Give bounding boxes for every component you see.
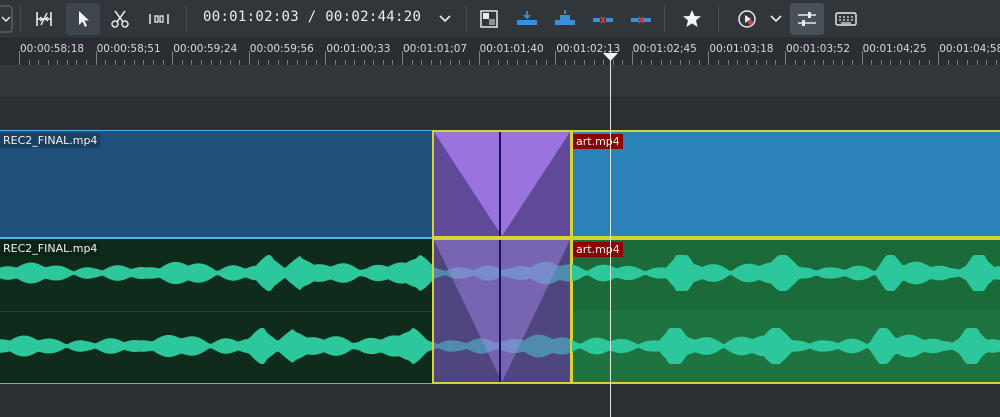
composite-icon[interactable]	[476, 3, 502, 35]
ruler-tick	[861, 51, 863, 65]
transition-wipe-graphic	[434, 240, 570, 382]
ruler-timecode-label: 00:00:58;18	[20, 43, 85, 55]
transition-wipe-graphic	[434, 132, 570, 236]
spacer-tool-icon[interactable]	[30, 3, 58, 35]
ruler-timecode-label: 00:00:59;56	[249, 43, 314, 55]
timecode-display[interactable]: 00:01:02:03 / 00:02:44:20	[203, 9, 421, 25]
audio-transition[interactable]	[432, 238, 572, 384]
ripple-icon[interactable]	[144, 3, 174, 35]
clip-name-label: art.mp4	[573, 134, 623, 149]
timeline-toolbar: 00:01:02:03 / 00:02:44:20	[0, 0, 1000, 39]
ruler-tick	[95, 51, 97, 65]
ruler-tick	[555, 51, 557, 65]
video-transition[interactable]	[432, 130, 572, 238]
ruler-timecode-label: 00:01:01;07	[403, 43, 468, 55]
ruler-timecode-label: 00:01:01;40	[479, 43, 544, 55]
ruler-tick	[325, 51, 327, 65]
insert-icon[interactable]	[514, 3, 540, 35]
empty-track[interactable]	[0, 65, 1000, 97]
select-tool-icon[interactable]	[66, 3, 100, 35]
ruler-tick	[402, 51, 403, 65]
ruler-timecode-label: 00:01:00;33	[326, 43, 391, 55]
ruler-timecode-label: 00:01:03;18	[709, 43, 774, 55]
ruler-timecode-label: 00:01:04;25	[862, 43, 927, 55]
ruler-tick	[172, 51, 174, 65]
ruler-timecode-label: 00:01:02;45	[632, 43, 697, 55]
favorite-icon[interactable]	[678, 3, 706, 35]
video-clip-art[interactable]: art.mp4	[571, 130, 1000, 238]
record-icon[interactable]	[734, 3, 760, 35]
ruler-tick	[19, 51, 20, 65]
ruler-timecode-label: 00:00:59;24	[173, 43, 238, 55]
mixer-icon[interactable]	[790, 3, 824, 35]
ruler-timecode-label: 00:01:04;58	[939, 43, 1000, 55]
ruler-tick	[478, 51, 480, 65]
playhead-marker-icon[interactable]	[603, 53, 618, 62]
ruler-tick	[708, 51, 710, 65]
chevron-down-icon[interactable]	[434, 3, 456, 35]
ruler-tick	[248, 51, 250, 65]
overwrite-icon[interactable]	[552, 3, 578, 35]
timeline-empty-area[interactable]	[0, 384, 1000, 417]
chevron-down-icon[interactable]	[0, 3, 14, 35]
ruler-timecode-label: 00:00:58;51	[96, 43, 161, 55]
timeline-ruler[interactable]: 00:00:58;18 00:00:58;51 00:00:59;24 00:00:5…	[0, 39, 1000, 65]
extract-icon[interactable]	[628, 3, 654, 35]
clip-name-label: REC2_FINAL.mp4	[0, 133, 101, 148]
chevron-down-icon[interactable]	[766, 3, 786, 35]
ruler-tick	[631, 51, 633, 65]
razor-tool-icon[interactable]	[106, 3, 134, 35]
ruler-timecode-label: 00:01:03;52	[786, 43, 851, 55]
lift-icon[interactable]	[590, 3, 616, 35]
keyboard-icon[interactable]	[832, 3, 860, 35]
ruler-tick	[785, 51, 786, 65]
playhead[interactable]	[610, 52, 611, 417]
ruler-tick	[938, 51, 940, 65]
video-clip-rec2[interactable]: REC2_FINAL.mp4	[0, 130, 433, 238]
track-gap	[0, 98, 1000, 129]
